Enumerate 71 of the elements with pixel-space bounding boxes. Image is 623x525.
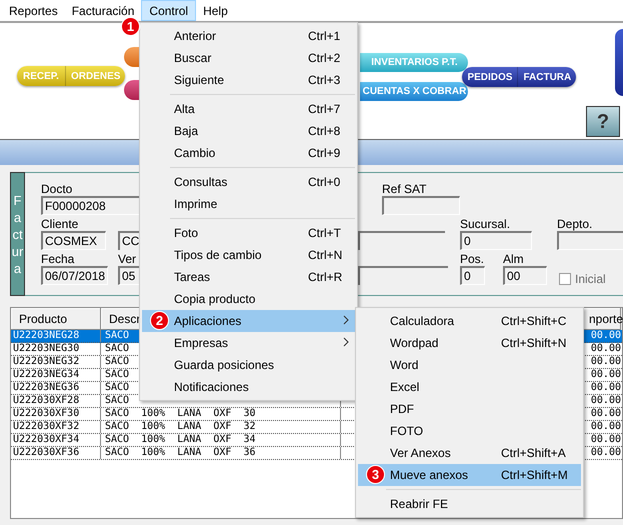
help-button[interactable]: ? [586, 106, 620, 137]
toolbar-button[interactable]: PEDIDOS [462, 67, 518, 87]
menu-item[interactable]: 2 Aplicaciones [142, 310, 355, 332]
table-cell-text: 00.00 [590, 330, 621, 342]
step-badge: 2 [150, 311, 169, 330]
table-cell: U22203NEG32 [11, 356, 101, 368]
menu-bar-item[interactable]: Reportes [2, 0, 65, 21]
input-field[interactable]: 06/07/2018 [41, 266, 108, 285]
checkbox-label: Inicial [575, 271, 606, 288]
table-cell: U222030XF28 [11, 395, 101, 407]
table-cell: SACO 100% LANA OXF 36 [101, 447, 341, 459]
field-label: Depto. [557, 218, 594, 230]
table-cell: SACO 100% LANA OXF 30 [101, 408, 341, 420]
table-cell: U22203NEG28 [11, 330, 101, 342]
panel-edge [615, 29, 623, 96]
input-field[interactable] [557, 231, 623, 250]
column-header[interactable]: nporte [581, 308, 621, 330]
menu-item[interactable]: Foto Ctrl+T [142, 222, 355, 244]
table-cell: U222030XF30 [11, 408, 101, 420]
field-label: Sucursal. [460, 218, 512, 230]
menu-item[interactable]: Tipos de cambio Ctrl+N [142, 244, 355, 266]
menu-item[interactable]: Alta Ctrl+7 [142, 98, 355, 120]
menu-item[interactable]: Wordpad Ctrl+Shift+N [358, 332, 581, 354]
field-label: Fecha [41, 253, 76, 265]
table-cell-text: 00.00 [590, 343, 621, 355]
checkbox[interactable] [559, 273, 571, 285]
table-cell: U22203NEG36 [11, 382, 101, 394]
menu-item[interactable]: Anterior Ctrl+1 [142, 25, 355, 47]
menu-item[interactable]: Tareas Ctrl+R [142, 266, 355, 288]
menu-item[interactable]: Excel [358, 376, 581, 398]
menu-item[interactable]: Copia producto [142, 288, 355, 310]
input-field[interactable]: 00 [503, 266, 547, 285]
menu-item[interactable]: Baja Ctrl+8 [142, 120, 355, 142]
table-cell: U222030XF34 [11, 434, 101, 446]
menu-item[interactable]: Siguiente Ctrl+3 [142, 69, 355, 91]
table-cell-text: 00.00 [590, 408, 621, 420]
field-label: Docto [41, 183, 74, 195]
input-field[interactable] [382, 196, 460, 215]
menu-item[interactable]: Consultas Ctrl+0 [142, 171, 355, 193]
toolbar-button[interactable]: FACTURA [517, 67, 576, 87]
table-cell-text: 00.00 [590, 382, 621, 394]
table-cell: U22203NEG30 [11, 343, 101, 355]
table-cell: U222030XF32 [11, 421, 101, 433]
table-cell-text: 00.00 [590, 434, 621, 446]
field-label: Alm [503, 253, 525, 265]
input-field[interactable]: 0 [460, 266, 485, 285]
table-cell: U22203NEG34 [11, 369, 101, 381]
table-cell-text: 00.00 [590, 356, 621, 368]
table-cell: U222030XF36 [11, 447, 101, 459]
table-cell-text: 00.00 [590, 369, 621, 381]
table-cell: SACO 100% LANA OXF 32 [101, 421, 341, 433]
input-field[interactable]: COSMEX [41, 231, 106, 250]
field-label: Pos. [460, 253, 485, 265]
menu-item[interactable]: Buscar Ctrl+2 [142, 47, 355, 69]
menu-bar-item[interactable]: Control [141, 0, 196, 21]
menu-item[interactable]: Word [358, 354, 581, 376]
menu-item[interactable]: Cambio Ctrl+9 [142, 142, 355, 164]
step-badge: 3 [366, 465, 385, 484]
input-field[interactable]: 0 [460, 231, 532, 250]
menu-item[interactable]: Reabrir FE [358, 493, 581, 515]
table-cell: SACO 100% LANA OXF 34 [101, 434, 341, 446]
menu-item[interactable]: 3 Mueve anexos Ctrl+Shift+M [358, 464, 581, 486]
table-cell-text: 00.00 [590, 395, 621, 407]
menu-item[interactable]: Calculadora Ctrl+Shift+C [358, 310, 581, 332]
field-label: Cliente [41, 218, 80, 230]
column-header[interactable]: Producto [11, 308, 101, 330]
table-cell-text: 00.00 [590, 421, 621, 433]
field-label: Ref SAT [382, 183, 428, 195]
menu-bar-item[interactable]: Help [196, 0, 235, 21]
table-cell-text: 00.00 [590, 447, 621, 459]
side-label: Factura [10, 172, 25, 296]
